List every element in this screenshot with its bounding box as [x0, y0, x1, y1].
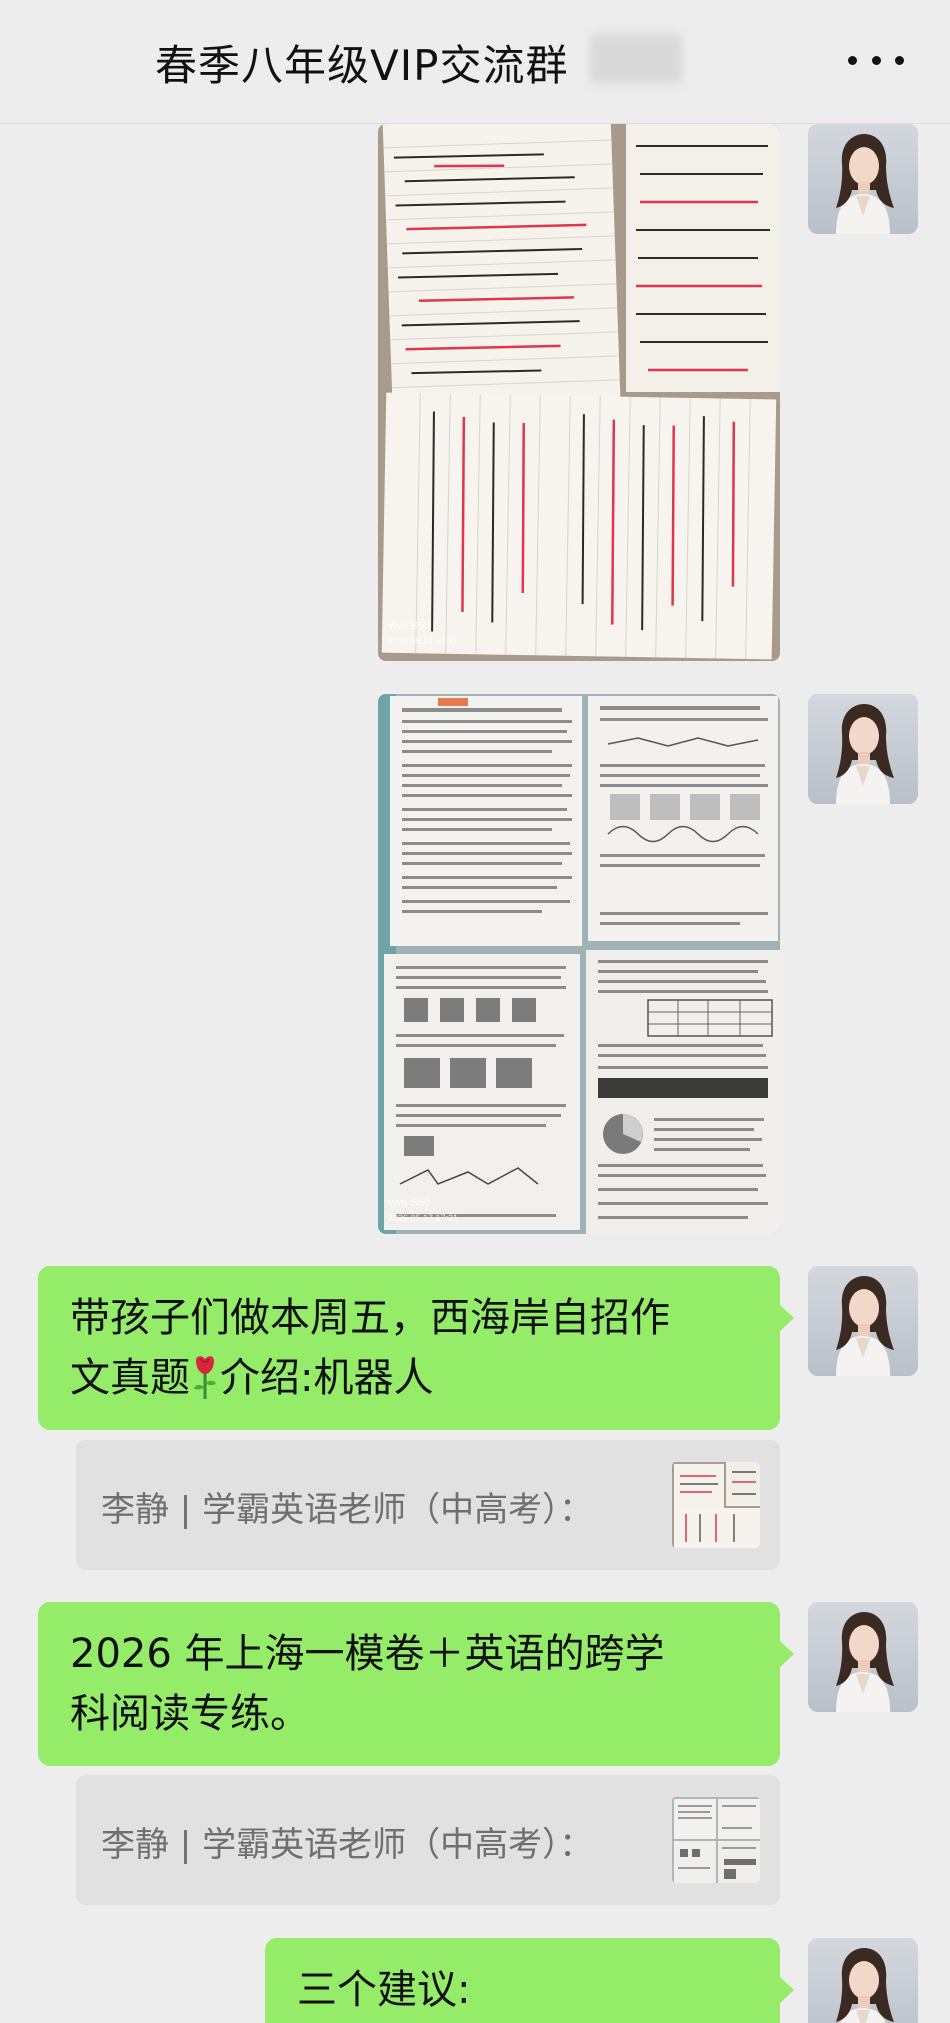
- message-line: 三个建议:: [297, 1967, 471, 2013]
- quoted-image-thumbnail: [672, 1462, 760, 1548]
- quoted-image-thumbnail: [672, 1797, 760, 1883]
- chat-header: 春季八年级VIP交流群: [0, 0, 950, 124]
- sender-avatar[interactable]: [808, 1938, 918, 2023]
- message-line: 带孩子们做本周五，西海岸自招作: [70, 1295, 670, 1341]
- sender-avatar[interactable]: [808, 694, 918, 804]
- image-message-exam-papers[interactable]: vivo S50 2026.05.17 17:21: [378, 694, 780, 1234]
- sender-avatar[interactable]: [808, 124, 918, 234]
- quoted-sender: 李静 | 学霸英语老师（中高考）：: [101, 1825, 594, 1865]
- message-line: 2026 年上海一模卷＋英语的跨学: [70, 1631, 665, 1677]
- message-text: 介绍:机器人: [220, 1355, 434, 1401]
- message-line: 科阅读专练。: [70, 1691, 310, 1737]
- quoted-message[interactable]: 李静 | 学霸英语老师（中高考）：: [76, 1775, 780, 1905]
- text-message-bubble[interactable]: 带孩子们做本周五，西海岸自招作 文真题 介绍:机器人: [38, 1266, 794, 1430]
- more-options-icon[interactable]: [848, 50, 904, 70]
- photo-watermark: vivo S50: [388, 1197, 430, 1209]
- sender-avatar[interactable]: [808, 1266, 918, 1376]
- sender-avatar[interactable]: [808, 1602, 918, 1712]
- blurred-member-count: [590, 34, 682, 84]
- text-message-bubble[interactable]: 三个建议:: [265, 1938, 794, 2023]
- photo-watermark: vivo S50: [388, 620, 430, 632]
- message-text: 文真题: [70, 1355, 190, 1401]
- quoted-message[interactable]: 李静 | 学霸英语老师（中高考）：: [76, 1440, 780, 1570]
- quoted-sender: 李静 | 学霸英语老师（中高考）：: [101, 1490, 594, 1530]
- image-message-notebooks[interactable]: vivo S50 2026.05.17 17:21: [378, 124, 780, 661]
- text-message-bubble[interactable]: 2026 年上海一模卷＋英语的跨学 科阅读专练。: [38, 1602, 794, 1766]
- photo-timestamp: 2026.05.17 17:21: [388, 1213, 458, 1223]
- message-line-with-emoji: 文真题 介绍:机器人: [70, 1348, 752, 1408]
- photo-timestamp: 2026.05.17 17:21: [388, 636, 458, 646]
- rose-icon: [194, 1356, 216, 1399]
- chat-title: 春季八年级VIP交流群: [155, 41, 569, 90]
